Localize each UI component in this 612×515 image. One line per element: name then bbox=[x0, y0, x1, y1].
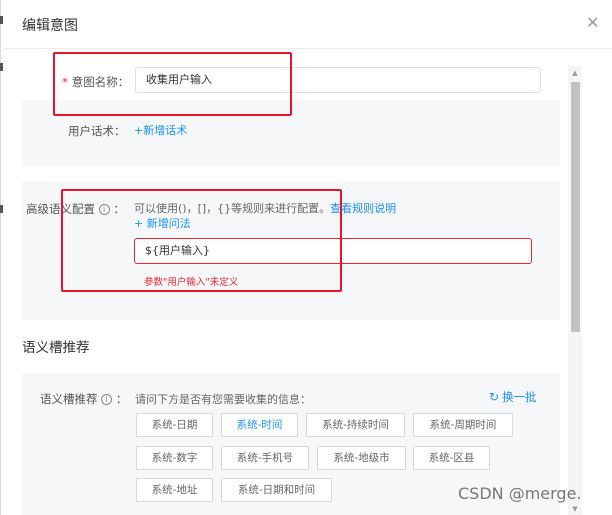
left-edge-line bbox=[0, 0, 1, 515]
annotation-box bbox=[53, 52, 292, 116]
slot-chip[interactable]: 系统-区县 bbox=[413, 446, 490, 470]
watermark: CSDN @merge. bbox=[458, 484, 582, 503]
dialog-title: 编辑意图 bbox=[22, 18, 78, 34]
slot-section-title: 语义槽推荐 bbox=[22, 340, 90, 356]
info-icon[interactable]: i bbox=[101, 394, 113, 405]
slot-chip[interactable]: 系统-日期 bbox=[136, 413, 213, 437]
slot-chip[interactable]: 系统-数字 bbox=[136, 446, 213, 470]
scroll-down-icon[interactable]: ▼ bbox=[568, 505, 582, 513]
slot-chip[interactable]: 系统-手机号 bbox=[221, 446, 309, 470]
close-icon[interactable]: ✕ bbox=[586, 13, 599, 33]
scroll-up-icon[interactable]: ▲ bbox=[568, 69, 582, 77]
slot-chip[interactable]: 系统-持续时间 bbox=[306, 413, 405, 437]
refresh-icon: ↻ bbox=[489, 390, 500, 404]
refresh-button[interactable]: ↻ 换一批 bbox=[489, 389, 537, 405]
slot-chip[interactable]: 系统-周期时间 bbox=[413, 413, 513, 437]
left-edge-mark bbox=[0, 63, 3, 71]
annotation-box bbox=[61, 189, 342, 292]
slot-chip[interactable]: 系统-时间 bbox=[221, 413, 298, 437]
slot-chip[interactable]: 系统-日期和时间 bbox=[221, 478, 332, 502]
user-utterance-label: 用户话术： bbox=[68, 124, 126, 138]
add-utterance-link[interactable]: +新增话术 bbox=[134, 122, 187, 138]
left-edge-mark bbox=[0, 205, 3, 213]
slot-prompt: 请问下方是否有您需要收集的信息： bbox=[135, 393, 311, 406]
slot-chip[interactable]: 系统-地级市 bbox=[317, 446, 406, 470]
scrollbar-thumb[interactable] bbox=[571, 82, 580, 332]
slot-recommend-label: 语义槽推荐 i ： bbox=[40, 392, 128, 406]
header-divider bbox=[0, 48, 612, 49]
slot-chip[interactable]: 系统-地址 bbox=[136, 478, 213, 502]
left-edge-mark bbox=[0, 16, 3, 24]
